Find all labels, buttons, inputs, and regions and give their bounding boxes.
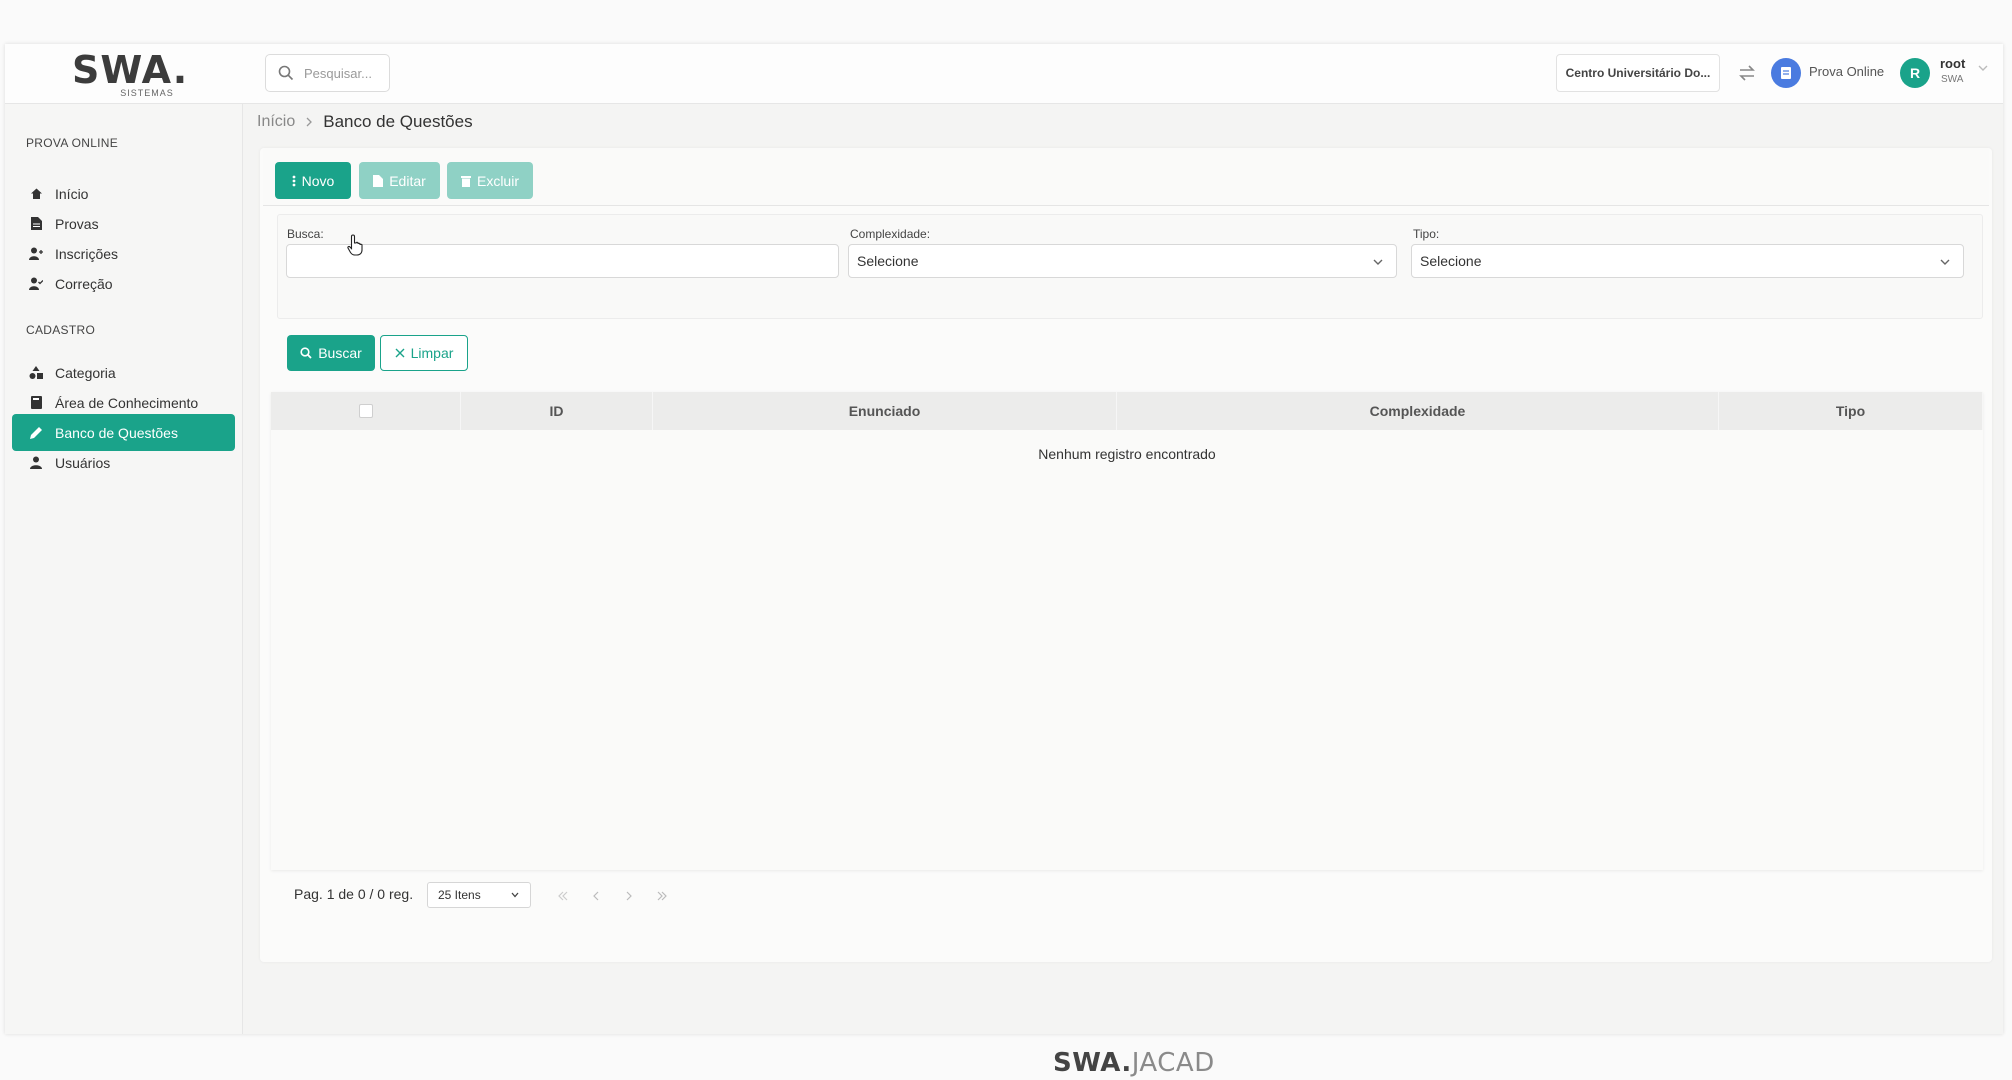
institution-selector[interactable]: Centro Universitário Do...: [1556, 54, 1720, 92]
footer-logo: SWA.JACAD: [1053, 1048, 1215, 1078]
pencil-icon: [29, 426, 43, 440]
excluir-button[interactable]: Excluir: [447, 162, 533, 199]
home-icon: [29, 187, 43, 201]
per-page-value: 25 Itens: [438, 888, 481, 902]
column-header-label: Tipo: [1835, 403, 1866, 419]
buscar-button[interactable]: Buscar: [287, 335, 375, 371]
user-add-icon: [29, 247, 43, 261]
search-icon: [278, 65, 294, 81]
user-icon: [29, 456, 43, 470]
tipo-label: Tipo:: [1413, 227, 1440, 241]
kebab-icon: [292, 175, 296, 186]
editar-button[interactable]: Editar: [359, 162, 440, 199]
hand-cursor-icon: [347, 234, 363, 256]
column-header-label: Complexidade: [1369, 403, 1466, 419]
per-page-select[interactable]: 25 Itens: [427, 882, 531, 908]
excluir-label: Excluir: [476, 172, 519, 189]
pagination-summary: Pag. 1 de 0 / 0 reg.: [294, 886, 414, 902]
app-window: SWA. SISTEMAS Centro Universitário Do...: [5, 44, 2003, 1078]
chevron-down-icon: [511, 892, 519, 898]
sidebar-item-correcao[interactable]: Correção: [12, 265, 235, 302]
editar-label: Editar: [389, 172, 426, 189]
user-org: SWA: [1941, 74, 1964, 85]
search-icon: [300, 347, 312, 359]
global-search[interactable]: [265, 54, 390, 92]
questions-table: ID Enunciado Complexidade Tipo Nenhum re…: [271, 392, 1983, 870]
brand-logo[interactable]: SWA. SISTEMAS: [72, 48, 189, 98]
sidebar-section-prova-online: PROVA ONLINE: [26, 136, 119, 150]
chevron-down-icon: [1373, 259, 1383, 265]
column-header-tipo[interactable]: Tipo: [1719, 392, 1983, 430]
tipo-value: Selecione: [1420, 253, 1482, 269]
module-label[interactable]: Prova Online: [1809, 64, 1884, 79]
top-header: SWA. SISTEMAS Centro Universitário Do...: [5, 44, 2003, 104]
shapes-icon: [29, 366, 43, 380]
sidebar-item-label: Usuários: [55, 454, 111, 471]
column-header-label: ID: [549, 403, 564, 419]
chevron-down-icon: [1940, 259, 1950, 265]
logo-text: SWA.: [72, 48, 189, 92]
user-check-icon: [29, 277, 43, 291]
sidebar-item-label: Área de Conhecimento: [55, 394, 199, 411]
sidebar-item-label: Inscrições: [55, 245, 119, 262]
page-title: Banco de Questões: [323, 112, 473, 131]
breadcrumb-home[interactable]: Início: [257, 113, 295, 131]
column-header-id[interactable]: ID: [461, 392, 653, 430]
user-name[interactable]: root: [1940, 56, 1965, 71]
sidebar-item-label: Correção: [55, 275, 113, 292]
select-all-cell: [271, 392, 461, 430]
book-icon: [29, 396, 43, 410]
next-page-icon[interactable]: [621, 888, 637, 904]
column-header-enunciado[interactable]: Enunciado: [653, 392, 1117, 430]
sidebar-item-label: Banco de Questões: [55, 424, 178, 441]
last-page-icon[interactable]: [654, 888, 670, 904]
chevron-down-icon[interactable]: [1977, 62, 1989, 74]
sidebar-section-cadastro: CADASTRO: [26, 323, 96, 337]
tipo-select[interactable]: Selecione: [1411, 244, 1964, 278]
first-page-icon[interactable]: [555, 888, 571, 904]
footer-brand-bold: SWA.: [1053, 1048, 1132, 1078]
complexidade-select[interactable]: Selecione: [848, 244, 1397, 278]
avatar[interactable]: R: [1900, 58, 1930, 88]
novo-label: Novo: [301, 172, 335, 189]
breadcrumb: Início Banco de Questões: [257, 112, 473, 132]
chevron-right-icon: [305, 115, 313, 130]
swap-icon[interactable]: [1736, 62, 1758, 84]
complexidade-label: Complexidade:: [850, 227, 931, 241]
sidebar-item-usuarios[interactable]: Usuários: [12, 444, 235, 481]
column-header-label: Enunciado: [848, 403, 921, 419]
busca-input[interactable]: [286, 244, 839, 278]
trash-icon: [460, 175, 471, 187]
sidebar-item-label: Categoria: [55, 364, 116, 381]
sidebar-item-label: Provas: [55, 215, 99, 232]
empty-message: Nenhum registro encontrado: [1038, 446, 1216, 462]
document-icon: [373, 174, 384, 187]
footer-brand-light: JACAD: [1131, 1048, 1215, 1078]
complexidade-value: Selecione: [857, 253, 919, 269]
table-header: ID Enunciado Complexidade Tipo: [271, 392, 1983, 430]
busca-label: Busca:: [287, 227, 324, 241]
close-icon: [395, 348, 405, 358]
select-all-checkbox[interactable]: [358, 404, 373, 418]
sidebar-item-label: Início: [55, 185, 89, 202]
novo-button[interactable]: Novo: [275, 162, 351, 199]
prev-page-icon[interactable]: [588, 888, 604, 904]
sidebar: PROVA ONLINE Início Provas Inscrições Co…: [5, 104, 243, 1034]
document-icon: [29, 217, 43, 231]
institution-label: Centro Universitário Do...: [1565, 66, 1711, 80]
prova-online-icon[interactable]: [1771, 58, 1801, 88]
column-header-complexidade[interactable]: Complexidade: [1117, 392, 1719, 430]
buscar-label: Buscar: [318, 345, 362, 361]
limpar-label: Limpar: [410, 345, 454, 361]
search-input[interactable]: [304, 65, 384, 81]
limpar-button[interactable]: Limpar: [380, 335, 468, 371]
